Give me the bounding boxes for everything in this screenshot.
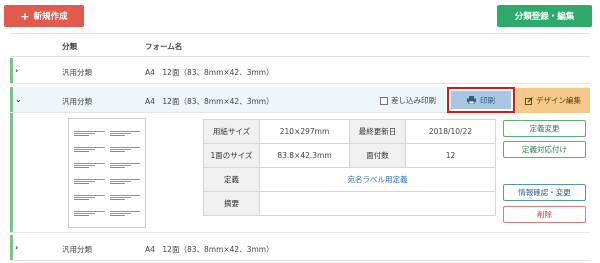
last-updated-label: 最終更新日	[349, 119, 406, 144]
definition-label: 定義	[203, 167, 260, 192]
delete-button[interactable]: 削除	[503, 206, 586, 223]
summary-value	[259, 191, 496, 216]
merge-print-checkbox[interactable]: 差し込み印刷	[380, 95, 436, 106]
chevron-right-icon[interactable]: ›	[15, 243, 18, 252]
new-create-button[interactable]: + 新規作成	[4, 5, 84, 27]
new-create-label: 新規作成	[33, 12, 68, 22]
plus-icon: +	[20, 9, 30, 23]
checkbox-box[interactable]	[380, 96, 388, 105]
definition-value-cell: 宛名ラベル用定義	[259, 167, 496, 192]
paper-size-value: 210×297mm	[259, 119, 350, 144]
form-details-table: 用紙サイズ 210×297mm 最終更新日 2018/10/22 1面のサイズ …	[203, 119, 496, 216]
face-size-label: 1面のサイズ	[203, 143, 260, 168]
row-accent-bar	[10, 113, 13, 232]
design-edit-button[interactable]: デザイン編集	[516, 88, 590, 113]
row-accent-bar	[10, 87, 13, 112]
row-accent-bar	[10, 235, 13, 260]
definition-change-button[interactable]: 定義変更	[503, 120, 586, 137]
table-row[interactable]: › 汎用分類 A4 12面（83、8mm×42、3mm）	[10, 235, 590, 261]
table-row[interactable]: › 汎用分類 A4 12面（83、8mm×42、3mm）	[10, 58, 590, 84]
paper-size-label: 用紙サイズ	[203, 119, 260, 144]
print-label: 印刷	[480, 95, 495, 105]
info-check-change-button[interactable]: 情報確認・変更	[503, 184, 586, 201]
printer-icon	[467, 96, 476, 104]
row-form-name: A4 12面（83、8mm×42、3mm）	[145, 245, 274, 254]
print-button[interactable]: 印刷	[447, 87, 515, 113]
merge-print-label: 差し込み印刷	[391, 96, 436, 105]
chevron-right-icon[interactable]: ›	[15, 66, 18, 75]
summary-label: 摘要	[203, 191, 260, 216]
face-size-value: 83.8×42.3mm	[259, 143, 350, 168]
row-form-name: A4 12面（83、8mm×42、3mm）	[145, 97, 274, 106]
table-header: 分類 フォーム名	[10, 33, 590, 57]
design-edit-label: デザイン編集	[536, 96, 581, 105]
face-count-value: 12	[405, 143, 496, 168]
row-category: 汎用分類	[62, 68, 92, 77]
category-edit-button[interactable]: 分類登録・編集	[497, 5, 592, 27]
row-accent-bar	[10, 58, 13, 83]
chevron-down-icon[interactable]: ⌄	[15, 95, 22, 104]
definition-link[interactable]: 宛名ラベル用定義	[348, 175, 408, 184]
row-category: 汎用分類	[62, 245, 92, 254]
last-updated-value: 2018/10/22	[405, 119, 496, 144]
label-preview-thumbnail	[68, 118, 146, 228]
row-category: 汎用分類	[62, 97, 92, 106]
edit-icon	[525, 96, 533, 105]
column-header-category: 分類	[62, 42, 77, 51]
definition-attach-button[interactable]: 定義対応付け	[503, 141, 586, 158]
face-count-label: 面付数	[349, 143, 406, 168]
row-form-name: A4 12面（83、8mm×42、3mm）	[145, 68, 274, 77]
column-header-form-name: フォーム名	[145, 42, 183, 51]
